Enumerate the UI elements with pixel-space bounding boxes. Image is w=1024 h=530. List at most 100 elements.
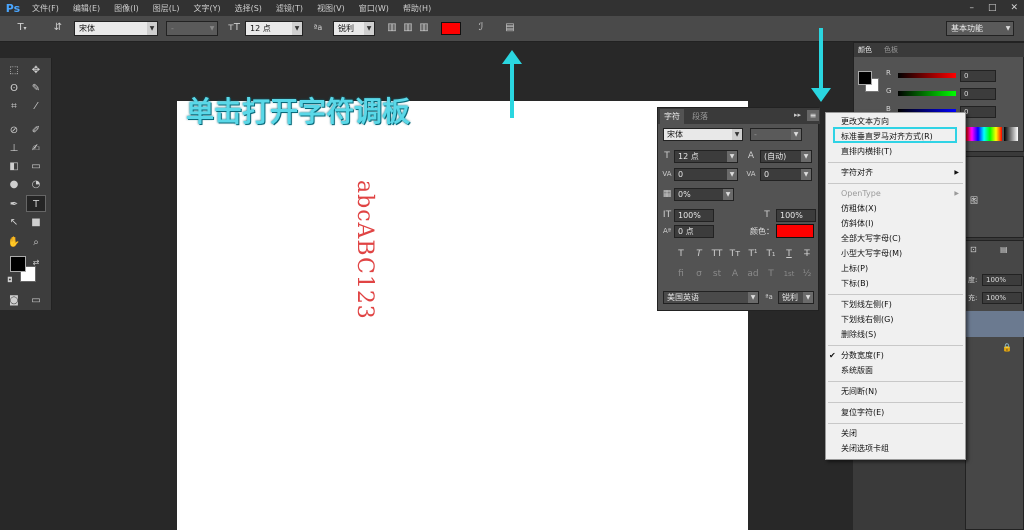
char-font-size-field[interactable]: 12 点 ▼ — [674, 150, 738, 163]
menu-help[interactable]: 帮助(H) — [403, 3, 431, 14]
workspace-select[interactable]: 基本功能 ▼ — [946, 21, 1014, 36]
warp-text-icon[interactable]: ℐ — [474, 20, 488, 36]
align-left-icon[interactable]: ▥ — [385, 20, 399, 36]
panel-menu-icon[interactable]: ≡ — [807, 110, 819, 121]
language-select[interactable]: 美国英语 ▼ — [663, 291, 759, 304]
minimize-button[interactable]: – — [969, 3, 974, 13]
antialias-select[interactable]: 锐利 ▼ — [333, 21, 375, 36]
close-button[interactable]: ✕ — [1010, 3, 1018, 13]
menu-item-3[interactable]: 字符对齐 ▶ — [826, 166, 965, 180]
menu-view[interactable]: 视图(V) — [317, 3, 345, 14]
char-leading-field[interactable]: (自动) ▼ — [760, 150, 812, 163]
stylistic-alt-icon[interactable]: ad — [746, 268, 760, 280]
hand-tool-icon[interactable]: ✋ — [4, 234, 24, 251]
menu-item-7[interactable]: 全部大写字母(C) — [826, 232, 965, 246]
faux-italic-icon[interactable]: T — [692, 248, 706, 260]
eyedropper-tool-icon[interactable]: ⁄ — [26, 98, 46, 115]
font-style-select[interactable]: - ▼ — [166, 21, 218, 36]
menu-item-19[interactable]: 关闭选项卡组 — [826, 442, 965, 456]
menu-select[interactable]: 选择(S) — [235, 3, 262, 14]
text-color-swatch[interactable] — [441, 22, 461, 35]
channel-g-slider[interactable] — [898, 91, 956, 96]
menu-item-15[interactable]: 系统版面 — [826, 364, 965, 378]
restore-button[interactable]: □ — [988, 3, 997, 13]
align-right-icon[interactable]: ▥ — [417, 20, 431, 36]
font-family-select[interactable]: 宋体 ▼ — [74, 21, 158, 36]
zoom-tool-icon[interactable]: ⌕ — [26, 234, 46, 251]
titling-alt-icon[interactable]: T — [764, 268, 778, 280]
font-size-select[interactable]: 12 点 ▼ — [245, 21, 303, 36]
char-tracking-field[interactable]: 0 ▼ — [760, 168, 812, 181]
shape-tool-icon[interactable]: ■ — [26, 214, 46, 231]
menu-item-8[interactable]: 小型大写字母(M) — [826, 247, 965, 261]
brush-tool-icon[interactable]: ✐ — [26, 122, 46, 139]
eraser-tool-icon[interactable]: ◧ — [4, 158, 24, 175]
tab-color[interactable]: 颜色 — [858, 45, 872, 55]
quick-mask-icon[interactable]: ◙ — [4, 292, 24, 309]
char-baseline-field[interactable]: 0 点 — [674, 225, 714, 238]
fill-field[interactable]: 100% — [982, 292, 1022, 304]
menu-item-5[interactable]: 仿粗体(X) — [826, 202, 965, 216]
marquee-tool-icon[interactable]: ⬚ — [4, 62, 24, 79]
ordinals-icon[interactable]: 1st — [782, 268, 796, 280]
swap-colors-icon[interactable]: ⇄ — [26, 254, 46, 271]
menu-item-2[interactable]: 直排内横排(T) — [826, 145, 965, 159]
pen-tool-icon[interactable]: ✒ — [4, 196, 24, 213]
menu-item-12[interactable]: 下划线右侧(G) — [826, 313, 965, 327]
char-antialias-select[interactable]: 锐利 ▼ — [778, 291, 814, 304]
tab-swatches[interactable]: 色板 — [884, 45, 898, 55]
quick-select-tool-icon[interactable]: ✎ — [26, 80, 46, 97]
char-font-family-select[interactable]: 宋体 ▼ — [663, 128, 743, 141]
small-caps-icon[interactable]: Tт — [728, 248, 742, 260]
char-hscale-field[interactable]: 100% — [776, 209, 816, 222]
menu-filter[interactable]: 滤镜(T) — [276, 3, 303, 14]
discretionary-ligature-icon[interactable]: st — [710, 268, 724, 280]
char-vscale-field[interactable]: 100% — [674, 209, 714, 222]
vertical-text-layer[interactable]: abcABC123 — [352, 180, 377, 320]
dodge-tool-icon[interactable]: ◔ — [26, 176, 46, 193]
healing-brush-tool-icon[interactable]: ⊘ — [4, 122, 24, 139]
subscript-icon[interactable]: T₁ — [764, 248, 778, 260]
faux-bold-icon[interactable]: T — [674, 248, 688, 260]
default-colors-icon[interactable]: ◘ — [0, 272, 20, 289]
align-center-icon[interactable]: ▥ — [401, 20, 415, 36]
selected-layer-row[interactable] — [966, 311, 1024, 337]
tab-paragraph[interactable]: 段落 — [688, 109, 712, 124]
menu-file[interactable]: 文件(F) — [32, 3, 59, 14]
crop-tool-icon[interactable]: ⌗ — [4, 98, 24, 115]
menu-item-6[interactable]: 仿斜体(I) — [826, 217, 965, 231]
menu-item-13[interactable]: 删除线(S) — [826, 328, 965, 342]
toggle-text-orientation-icon[interactable]: ⇵ — [50, 20, 66, 36]
menu-item-18[interactable]: 关闭 — [826, 427, 965, 441]
menu-image[interactable]: 图像(I) — [114, 3, 139, 14]
color-spectrum-bar[interactable] — [966, 127, 1002, 141]
gradient-tool-icon[interactable]: ▭ — [26, 158, 46, 175]
grayscale-bar[interactable] — [1004, 127, 1018, 141]
char-tsume-field[interactable]: 0% ▼ — [674, 188, 734, 201]
blur-tool-icon[interactable]: ● — [4, 176, 24, 193]
history-brush-tool-icon[interactable]: ✍ — [26, 140, 46, 157]
ligature-icon[interactable]: fi — [674, 268, 688, 280]
channel-g-field[interactable]: 0 — [960, 88, 996, 100]
all-caps-icon[interactable]: TT — [710, 248, 724, 260]
channel-r-slider[interactable] — [898, 73, 956, 78]
opacity-field[interactable]: 100% — [982, 274, 1022, 286]
menu-item-16[interactable]: 无间断(N) — [826, 385, 965, 399]
character-panel-toggle-icon[interactable]: ▤ — [503, 20, 517, 36]
collapse-icon[interactable]: ▸▸ — [794, 111, 801, 119]
contextual-alt-icon[interactable]: σ — [692, 268, 706, 280]
char-font-style-select[interactable]: - ▼ — [750, 128, 802, 141]
menu-item-10[interactable]: 下标(B) — [826, 277, 965, 291]
channel-r-field[interactable]: 0 — [960, 70, 996, 82]
menu-layer[interactable]: 图层(L) — [153, 3, 180, 14]
layer-filter-icon[interactable]: ⊡ — [970, 245, 977, 254]
fractions-icon[interactable]: ½ — [800, 268, 814, 280]
menu-window[interactable]: 窗口(W) — [359, 3, 389, 14]
menu-item-9[interactable]: 上标(P) — [826, 262, 965, 276]
char-kerning-field[interactable]: 0 ▼ — [674, 168, 738, 181]
menu-type[interactable]: 文字(Y) — [193, 3, 220, 14]
screen-mode-icon[interactable]: ▭ — [26, 292, 46, 309]
menu-item-14[interactable]: ✔ 分数宽度(F) — [826, 349, 965, 363]
menu-edit[interactable]: 编辑(E) — [73, 3, 100, 14]
swash-icon[interactable]: A — [728, 268, 742, 280]
